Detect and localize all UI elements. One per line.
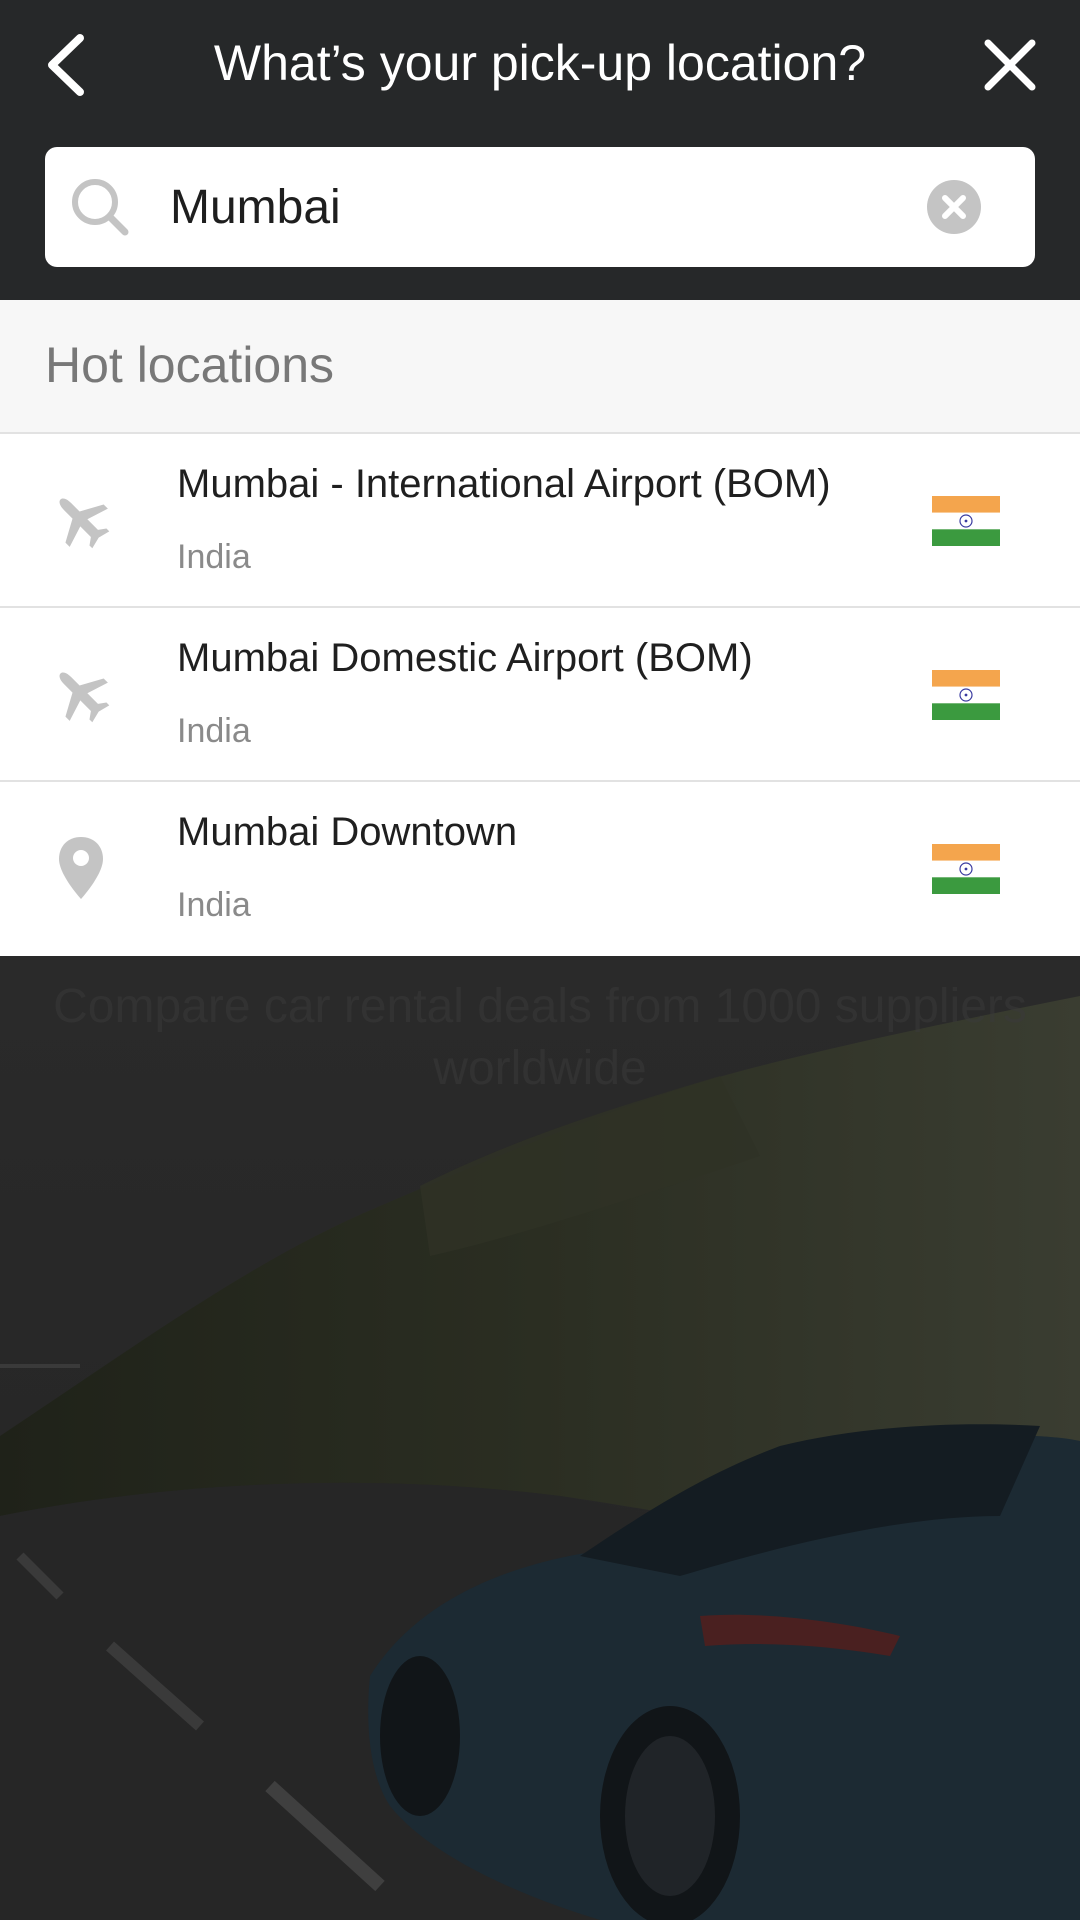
airplane-icon — [45, 484, 117, 556]
location-country: India — [177, 712, 251, 750]
india-flag-icon — [932, 496, 1000, 546]
india-flag-icon — [932, 844, 1000, 894]
close-icon — [984, 39, 1036, 91]
map-pin-icon — [45, 832, 117, 904]
clear-search-button[interactable] — [925, 178, 983, 236]
location-country: India — [177, 538, 251, 576]
clear-circle-icon — [927, 180, 981, 234]
location-name: Mumbai - International Airport (BOM) — [177, 462, 831, 506]
header-bar: What’s your pick-up location? — [0, 0, 1080, 300]
location-picker-screen: Compare car rental deals from 1000 suppl… — [0, 0, 1080, 1920]
page-title: What’s your pick-up location? — [213, 35, 867, 91]
list-item-location[interactable]: Mumbai - International Airport (BOM) Ind… — [0, 434, 1080, 608]
hot-locations-header: Hot locations — [0, 300, 1080, 434]
location-name: Mumbai Downtown — [177, 810, 518, 854]
search-box — [45, 147, 1035, 267]
search-input[interactable] — [170, 167, 940, 247]
section-title: Hot locations — [45, 337, 335, 393]
background-photo: Compare car rental deals from 1000 suppl… — [0, 956, 1080, 1920]
location-country: India — [177, 886, 251, 924]
list-item-location[interactable]: Mumbai Domestic Airport (BOM) India — [0, 608, 1080, 782]
chevron-left-icon — [48, 34, 84, 96]
close-button[interactable] — [970, 20, 1050, 110]
back-button[interactable] — [30, 20, 100, 110]
india-flag-icon — [932, 670, 1000, 720]
airplane-icon — [45, 658, 117, 730]
search-icon — [65, 172, 135, 242]
location-name: Mumbai Domestic Airport (BOM) — [177, 636, 753, 680]
car-road-photo — [0, 956, 1080, 1920]
background-headline: Compare car rental deals from 1000 suppl… — [53, 980, 1027, 1095]
list-item-location[interactable]: Mumbai Downtown India — [0, 782, 1080, 956]
